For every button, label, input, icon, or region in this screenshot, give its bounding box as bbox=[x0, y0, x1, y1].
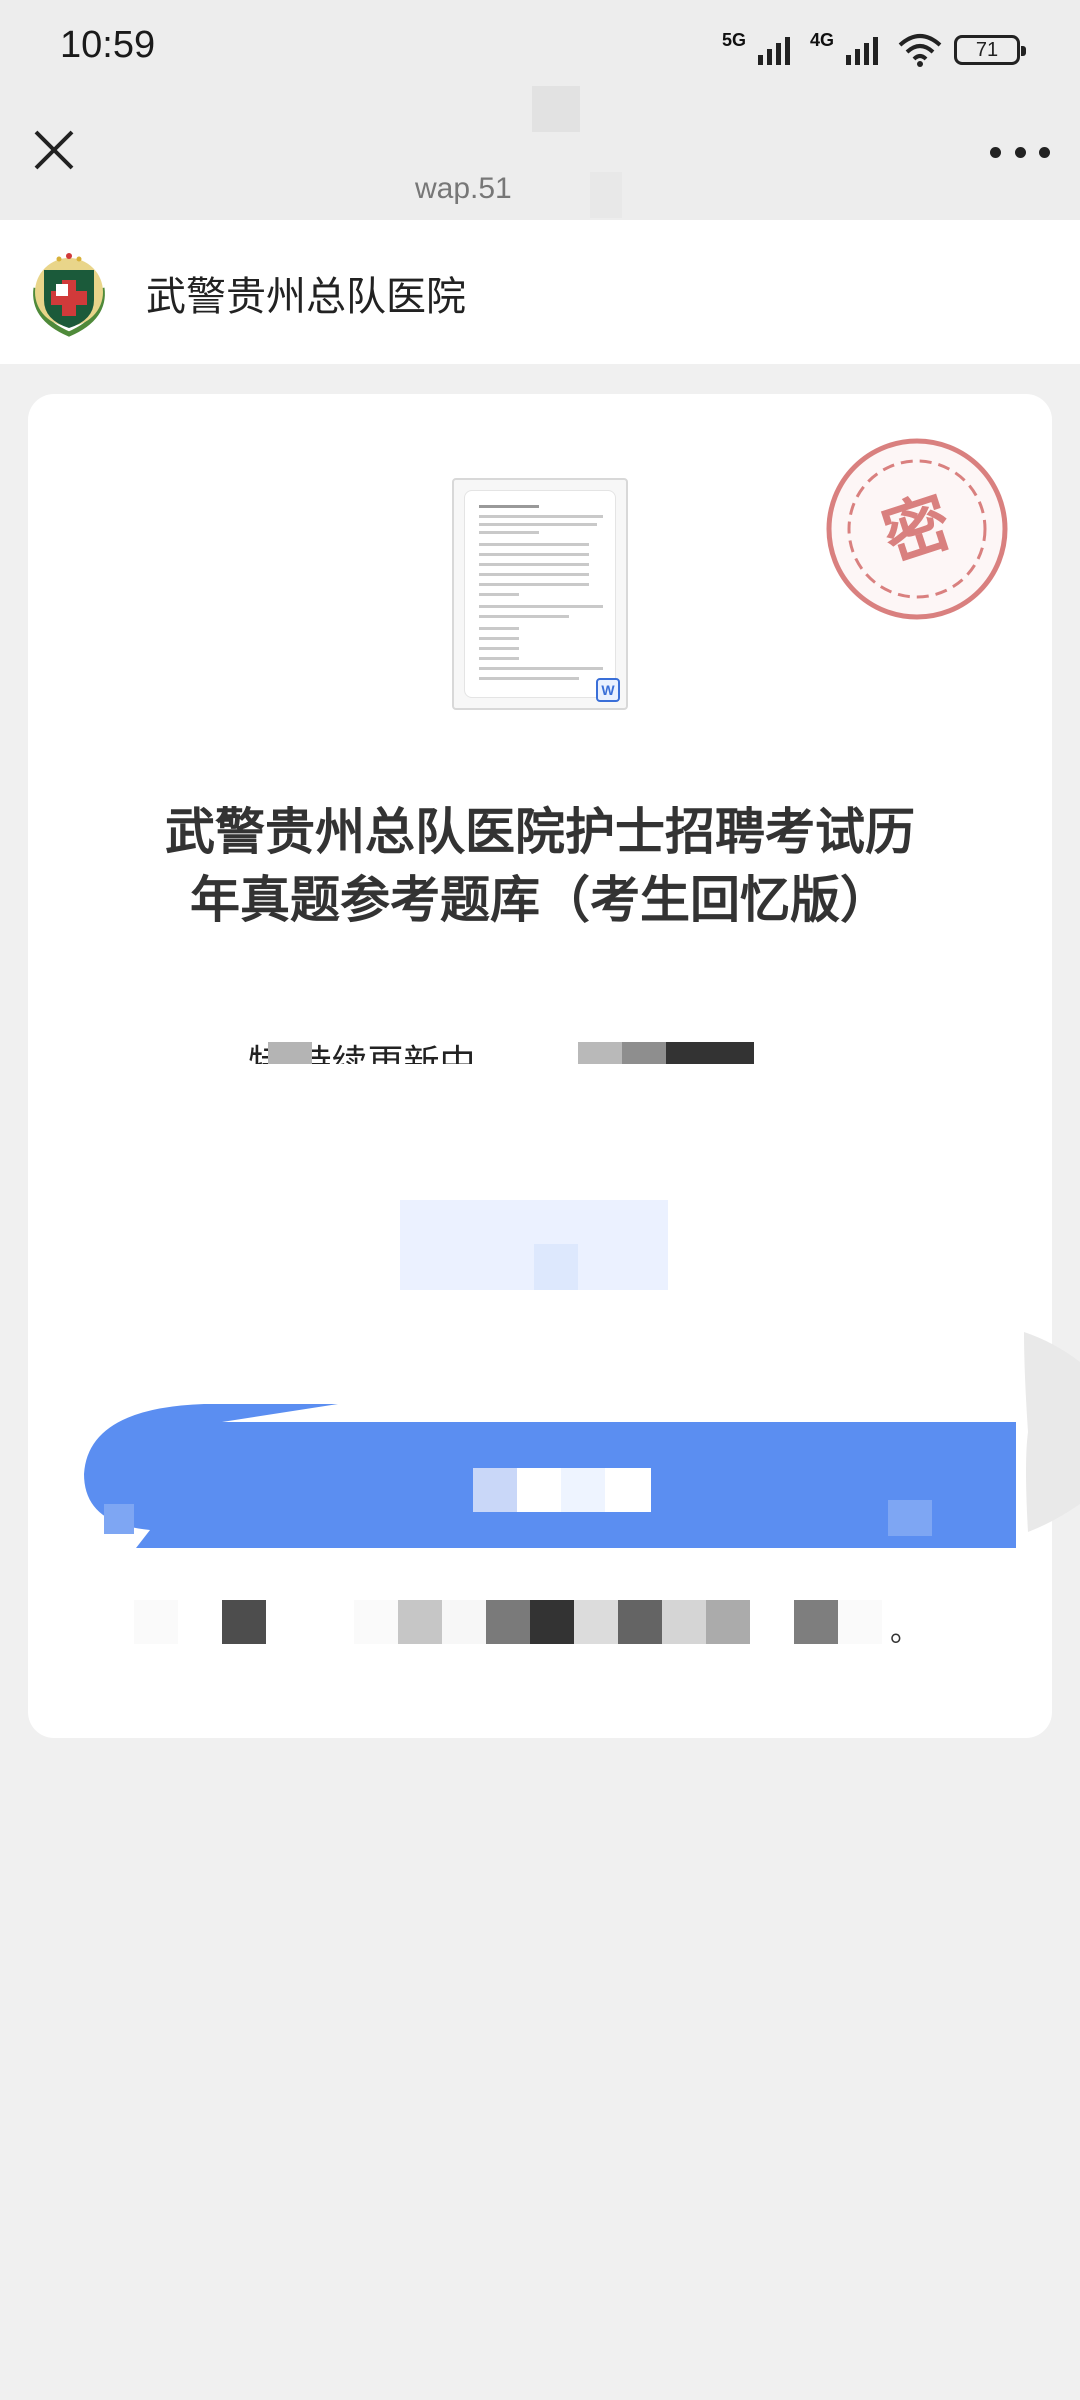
document-title: 武警贵州总队医院护士招聘考试历年真题参考题库（考生回忆版） bbox=[165, 803, 915, 929]
download-preview-button[interactable] bbox=[400, 1200, 668, 1290]
hospital-emblem-logo bbox=[33, 253, 105, 337]
blurred-patch bbox=[532, 86, 580, 132]
status-icons: 5G 4G 71 bbox=[721, 29, 1026, 70]
battery-icon: 71 bbox=[954, 35, 1026, 65]
document-card: W 密 武警贵州总队医院护士招聘考试历年真题参考题库（考生回忆版） 特 持续更新… bbox=[28, 394, 1052, 1738]
blurred-patch bbox=[590, 172, 622, 218]
page-url: wap.51 bbox=[415, 172, 512, 205]
wifi-icon bbox=[898, 34, 942, 67]
primary-action-label bbox=[473, 1468, 651, 1512]
blurred-patch bbox=[622, 1042, 666, 1064]
status-bar: 10:59 5G 4G 71 bbox=[0, 0, 1080, 100]
blurred-patch bbox=[578, 1042, 622, 1064]
network-type-4g: 4G bbox=[809, 29, 834, 50]
blurred-patch bbox=[268, 1042, 312, 1064]
browser-nav-bar: wap.51 bbox=[0, 86, 1080, 220]
status-time: 10:59 bbox=[60, 24, 156, 66]
signal-icon bbox=[757, 37, 790, 65]
word-badge: W bbox=[596, 678, 620, 702]
more-icon[interactable] bbox=[990, 140, 1050, 164]
network-type-5g: 5G bbox=[721, 29, 746, 50]
blurred-patch bbox=[666, 1042, 754, 1064]
battery-level: 71 bbox=[975, 38, 999, 61]
signal-icon bbox=[846, 37, 878, 65]
note-row bbox=[134, 1600, 1014, 1646]
side-floating-tab[interactable] bbox=[1024, 1332, 1080, 1532]
update-text: 特 持续更新中 bbox=[248, 1043, 476, 1064]
account-name: 武警贵州总队医院 bbox=[146, 274, 466, 320]
word-doc-icon: W bbox=[452, 478, 628, 710]
close-icon[interactable] bbox=[28, 124, 80, 176]
note-tail: 。 bbox=[890, 1614, 920, 1649]
secret-stamp: 密 bbox=[826, 438, 1008, 620]
account-header[interactable]: 武警贵州总队医院 bbox=[0, 220, 1080, 364]
